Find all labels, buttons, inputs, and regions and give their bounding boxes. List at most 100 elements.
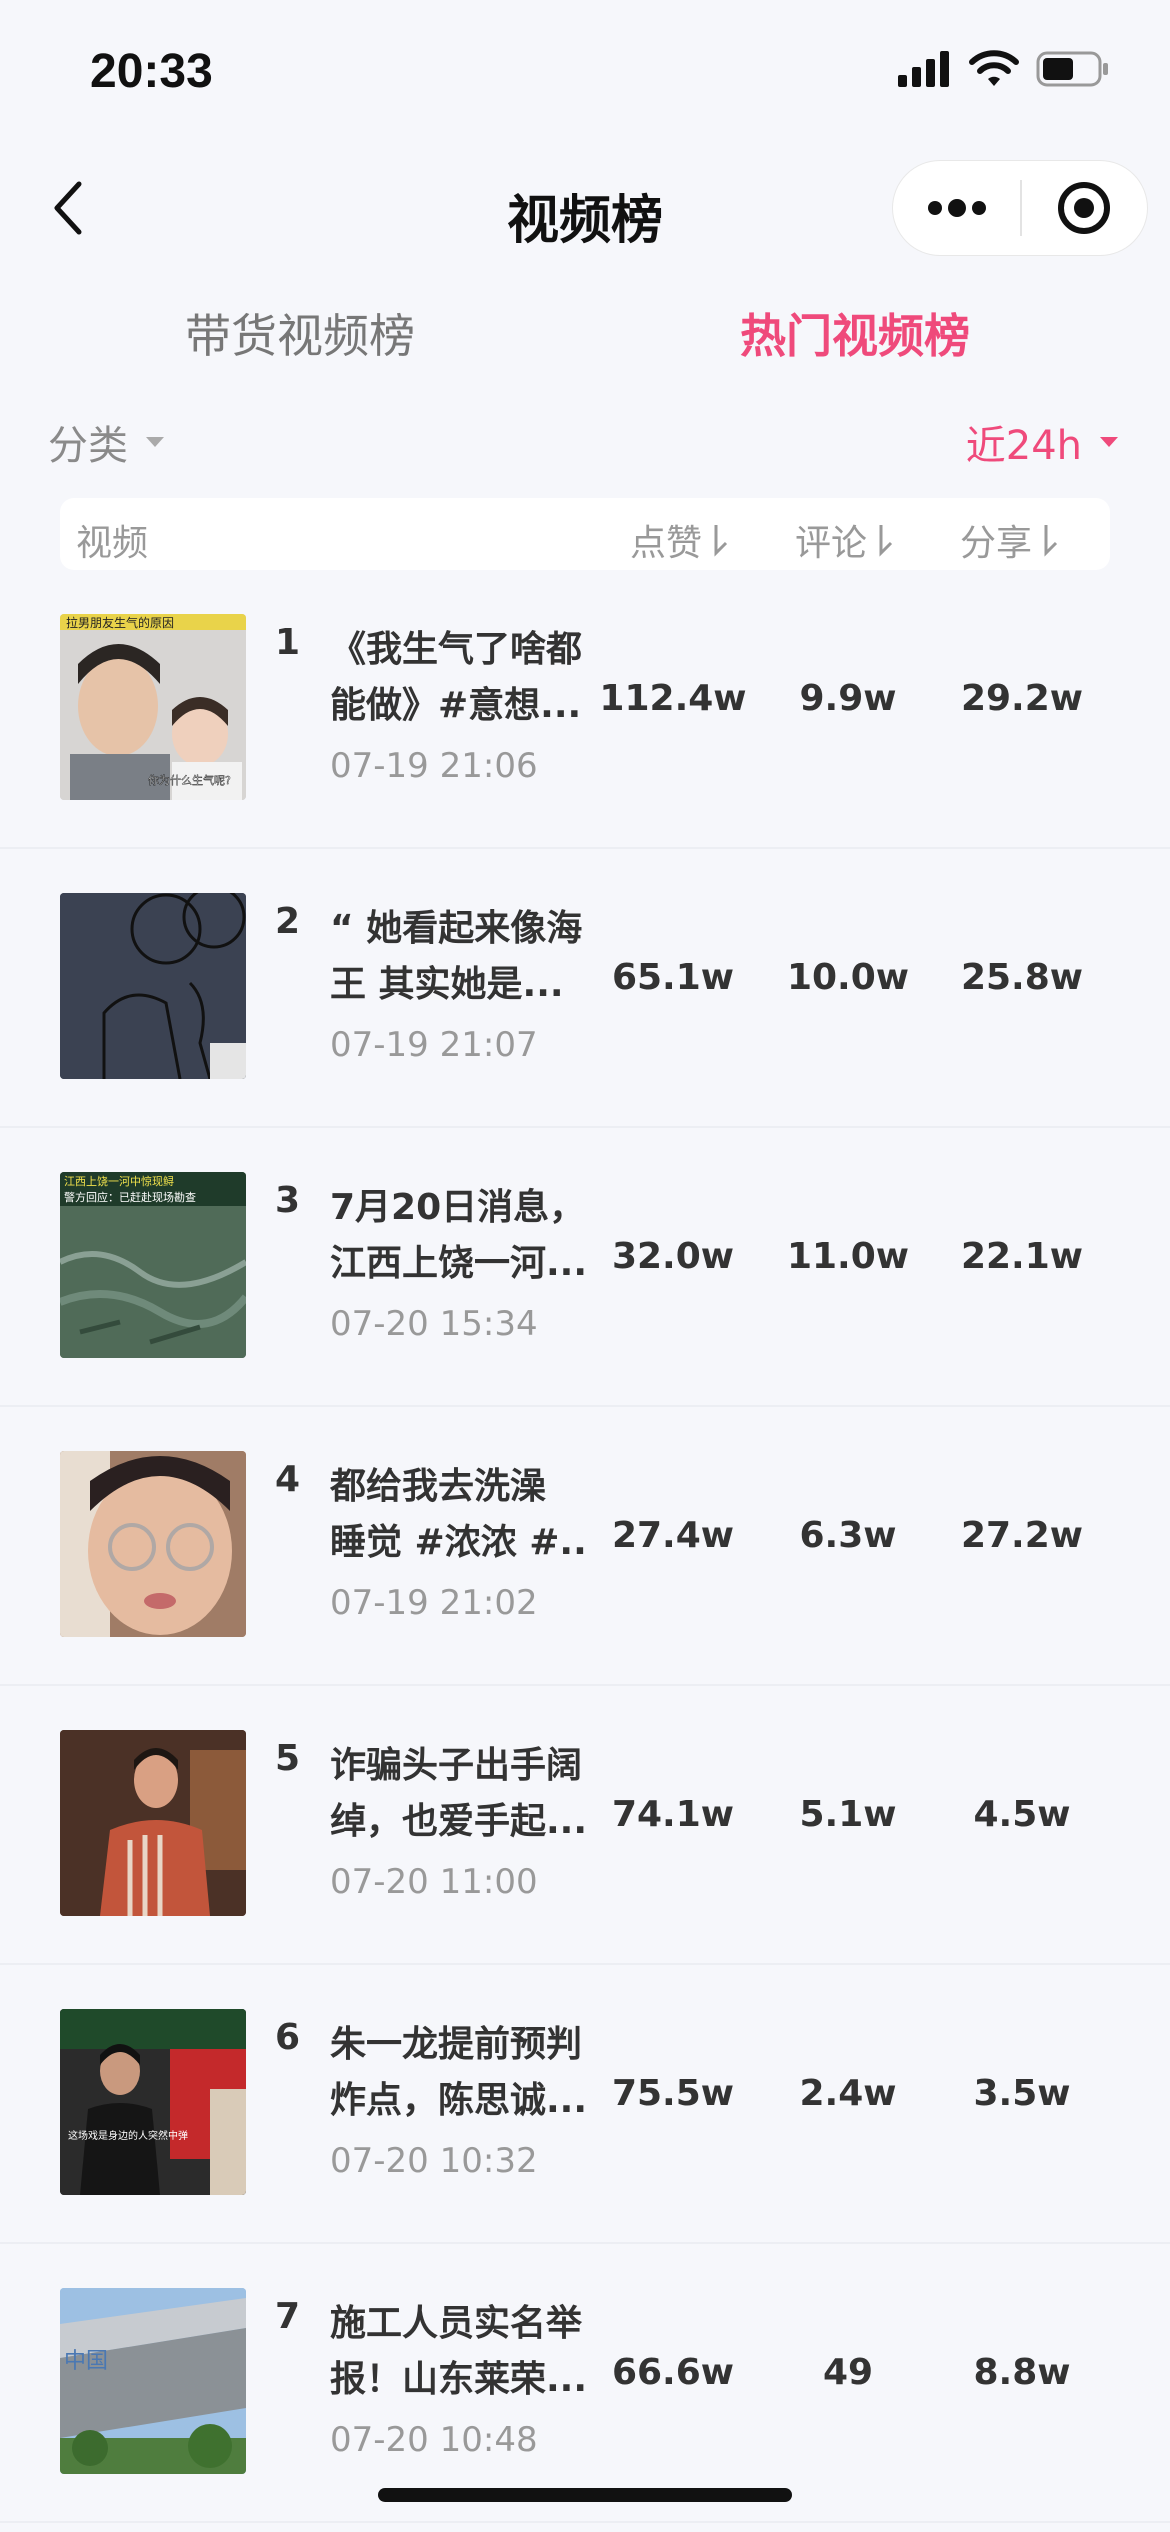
signal-icon <box>898 51 949 87</box>
sort-down-icon <box>714 525 728 557</box>
comments-count: 10.0w <box>786 957 910 998</box>
likes-count: 74.1w <box>611 1794 735 1835</box>
category-filter-label: 分类 <box>48 423 128 469</box>
close-target-icon[interactable] <box>1022 160 1147 256</box>
video-title[interactable]: “ 她看起来像海 <box>330 899 590 951</box>
thumbnail-caption: 警方回应：已赶赴现场勘查 <box>64 1190 196 1204</box>
video-title[interactable]: 都给我去洗澡 <box>330 1457 590 1509</box>
table-row[interactable]: 4 都给我去洗澡 睡觉 #浓浓 #... 07-19 21:02 27.4w 6… <box>0 1407 1170 1686</box>
header-video: 视频 <box>76 514 148 566</box>
rank-number: 7 <box>275 2296 301 2337</box>
publish-time: 07-20 15:34 <box>330 1304 538 1344</box>
video-thumbnail[interactable] <box>60 1451 246 1637</box>
video-thumbnail[interactable] <box>60 1730 246 1916</box>
likes-count: 66.6w <box>611 2352 735 2393</box>
publish-time: 07-20 10:48 <box>330 2420 538 2460</box>
battery-icon <box>1036 51 1108 87</box>
thumbnail-caption: 拉男朋友生气的原因 <box>66 615 174 630</box>
nav-bar: 视频榜 <box>0 150 1170 270</box>
video-thumbnail[interactable]: 这场戏是身边的人突然中弹 <box>60 2009 246 2195</box>
likes-count: 32.0w <box>611 1236 735 1277</box>
video-title[interactable]: 朱一龙提前预判 <box>330 2015 590 2067</box>
rank-number: 2 <box>275 901 301 942</box>
comments-count: 49 <box>822 2352 874 2393</box>
tab-bar: 带货视频榜 热门视频榜 <box>0 300 1170 370</box>
video-thumbnail[interactable]: 江西上饶一河中惊现鲟 警方回应：已赶赴现场勘查 <box>60 1172 246 1358</box>
rank-number: 6 <box>275 2017 301 2058</box>
time-range-filter[interactable]: 近24h <box>966 413 1118 471</box>
sort-shares[interactable]: 分享 <box>960 514 1060 566</box>
thumbnail-caption: 这场戏是身边的人突然中弹 <box>68 2129 188 2142</box>
rank-number: 3 <box>275 1180 301 1221</box>
sort-down-icon <box>879 525 893 557</box>
thumbnail-caption: 江西上饶一河中惊现鲟 <box>64 1174 174 1188</box>
table-row[interactable]: 江西上饶一河中惊现鲟 警方回应：已赶赴现场勘查 3 7月20日消息， 江西上饶一… <box>0 1128 1170 1407</box>
time-range-label: 近24h <box>965 423 1082 469</box>
header-video-label: 视频 <box>76 523 149 564</box>
video-title[interactable]: 能做》#意想... <box>330 676 590 728</box>
sort-comments[interactable]: 评论 <box>795 514 895 566</box>
status-bar: 20:33 <box>0 0 1170 140</box>
home-indicator[interactable] <box>378 2488 792 2502</box>
table-row[interactable]: 5 诈骗头子出手阔 绰，也爱手起... 07-20 11:00 74.1w 5.… <box>0 1686 1170 1965</box>
shares-count: 25.8w <box>960 957 1084 998</box>
publish-time: 07-19 21:07 <box>330 1025 538 1065</box>
status-time: 20:33 <box>90 45 213 98</box>
video-title[interactable]: 炸点，陈思诚... <box>330 2071 590 2123</box>
video-thumbnail[interactable] <box>60 893 246 1079</box>
comments-count: 11.0w <box>786 1236 910 1277</box>
table-row[interactable]: 中国 7 施工人员实名举 报！山东莱荣... 07-20 10:48 66.6w… <box>0 2244 1170 2523</box>
filter-row: 分类 近24h <box>0 405 1170 475</box>
table-row[interactable]: 这场戏是身边的人突然中弹 6 朱一龙提前预判 炸点，陈思诚... 07-20 1… <box>0 1965 1170 2244</box>
video-title[interactable]: 施工人员实名举 <box>330 2294 590 2346</box>
rank-number: 1 <box>275 622 301 663</box>
tab-hot-video[interactable]: 热门视频榜 <box>740 300 970 366</box>
shares-count: 27.2w <box>960 1515 1084 1556</box>
shares-count: 29.2w <box>960 678 1084 719</box>
likes-count: 65.1w <box>611 957 735 998</box>
tab-goods-video[interactable]: 带货视频榜 <box>185 300 415 366</box>
video-thumbnail[interactable]: 中国 <box>60 2288 246 2474</box>
caret-down-icon <box>1100 437 1118 447</box>
likes-count: 75.5w <box>611 2073 735 2114</box>
header-comments-label: 评论 <box>795 523 868 564</box>
caret-down-icon <box>146 437 164 447</box>
publish-time: 07-19 21:06 <box>330 746 538 786</box>
video-list: 拉男朋友生气的原因 你为什么生气呢? 1 《我生气了啥都 能做》#意想... 0… <box>0 570 1170 2523</box>
video-title[interactable]: 王 其实她是... <box>330 955 590 1007</box>
comments-count: 5.1w <box>799 1794 897 1835</box>
video-title[interactable]: 江西上饶一河... <box>330 1234 590 1286</box>
header-shares-label: 分享 <box>960 523 1033 564</box>
video-title[interactable]: 7月20日消息， <box>330 1178 590 1230</box>
video-title[interactable]: 睡觉 #浓浓 #... <box>330 1513 590 1565</box>
table-header: 视频 点赞 评论 分享 <box>60 498 1110 570</box>
rank-number: 5 <box>275 1738 301 1779</box>
sort-likes[interactable]: 点赞 <box>630 514 730 566</box>
thumbnail-caption: 中国 <box>64 2349 108 2374</box>
publish-time: 07-20 11:00 <box>330 1862 538 1902</box>
video-title[interactable]: 《我生气了啥都 <box>330 620 590 672</box>
shares-count: 3.5w <box>973 2073 1071 2114</box>
category-filter[interactable]: 分类 <box>48 413 164 471</box>
publish-time: 07-20 10:32 <box>330 2141 538 2181</box>
shares-count: 8.8w <box>973 2352 1071 2393</box>
thumbnail-caption: 你为什么生气呢? <box>148 773 231 787</box>
publish-time: 07-19 21:02 <box>330 1583 538 1623</box>
video-title[interactable]: 诈骗头子出手阔 <box>330 1736 590 1788</box>
shares-count: 4.5w <box>973 1794 1071 1835</box>
video-title[interactable]: 绰，也爱手起... <box>330 1792 590 1844</box>
more-icon[interactable] <box>893 160 1020 256</box>
header-likes-label: 点赞 <box>630 523 703 564</box>
mini-program-capsule <box>892 160 1148 256</box>
likes-count: 27.4w <box>611 1515 735 1556</box>
comments-count: 2.4w <box>799 2073 897 2114</box>
rank-number: 4 <box>275 1459 301 1500</box>
shares-count: 22.1w <box>960 1236 1084 1277</box>
comments-count: 6.3w <box>799 1515 897 1556</box>
table-row[interactable]: 拉男朋友生气的原因 你为什么生气呢? 1 《我生气了啥都 能做》#意想... 0… <box>0 570 1170 849</box>
table-row[interactable]: 2 “ 她看起来像海 王 其实她是... 07-19 21:07 65.1w 1… <box>0 849 1170 1128</box>
status-icons <box>898 50 1110 88</box>
video-thumbnail[interactable]: 拉男朋友生气的原因 你为什么生气呢? <box>60 614 246 800</box>
comments-count: 9.9w <box>799 678 897 719</box>
video-title[interactable]: 报！山东莱荣... <box>330 2350 590 2402</box>
